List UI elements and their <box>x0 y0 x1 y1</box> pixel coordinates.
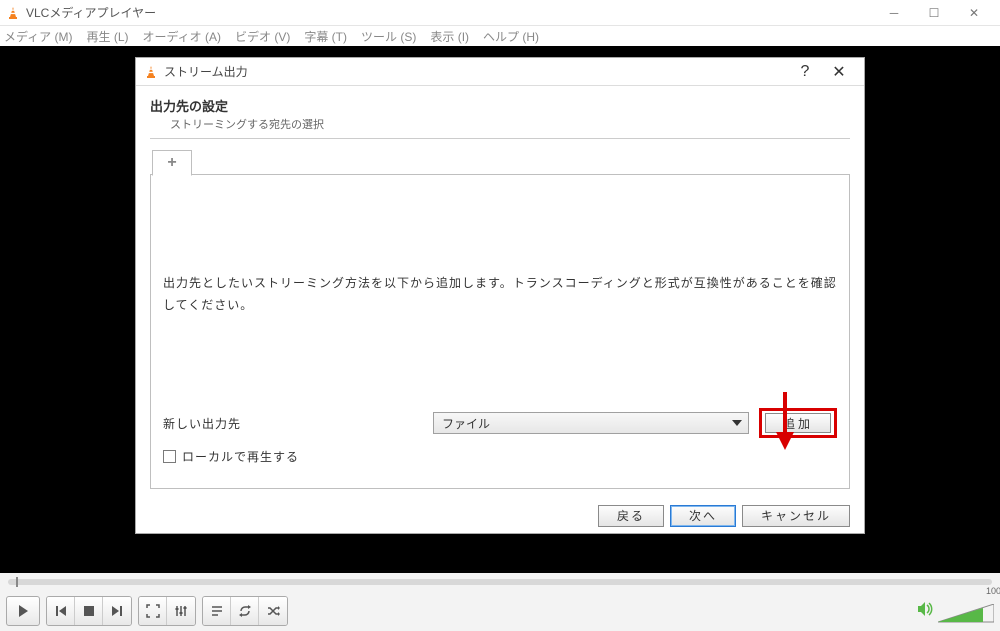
minimize-button[interactable]: ─ <box>874 0 914 26</box>
video-area: ストリーム出力 ? ✕ 出力先の設定 ストリーミングする宛先の選択 + 出力先と… <box>0 46 1000 573</box>
playlist-icon <box>210 604 224 618</box>
volume-slider[interactable] <box>938 604 994 623</box>
menu-playback[interactable]: 再生 (L) <box>86 28 128 45</box>
seek-bar[interactable] <box>0 573 1000 591</box>
loop-button[interactable] <box>231 597 259 625</box>
playback-group <box>46 596 132 626</box>
new-destination-row: 新しい出力先 ファイル 追加 <box>163 408 837 438</box>
stream-output-dialog: ストリーム出力 ? ✕ 出力先の設定 ストリーミングする宛先の選択 + 出力先と… <box>135 57 865 534</box>
menu-tools[interactable]: ツール (S) <box>361 28 416 45</box>
shuffle-button[interactable] <box>259 597 287 625</box>
menu-help[interactable]: ヘルプ (H) <box>483 28 539 45</box>
dialog-title: ストリーム出力 <box>164 63 248 80</box>
speaker-icon[interactable] <box>916 600 934 623</box>
seek-track <box>8 579 992 585</box>
menu-audio[interactable]: オーディオ (A) <box>143 28 222 45</box>
dialog-subtitle: ストリーミングする宛先の選択 <box>170 116 850 132</box>
player-controls: 100% <box>0 573 1000 631</box>
volume-percent: 100% <box>986 586 1000 596</box>
shuffle-icon <box>266 604 280 618</box>
add-destination-button[interactable]: 追加 <box>765 413 831 433</box>
dialog-close-button[interactable]: ✕ <box>822 58 856 86</box>
vlc-cone-icon <box>6 6 20 20</box>
playlist-button[interactable] <box>203 597 231 625</box>
menu-subtitles[interactable]: 字幕 (T) <box>304 28 347 45</box>
skip-next-icon <box>110 604 124 618</box>
menu-view[interactable]: 表示 (I) <box>430 28 469 45</box>
panel-instruction-text: 出力先としたいストリーミング方法を以下から追加します。トランスコーディングと形式… <box>163 273 837 316</box>
plus-icon: + <box>167 154 176 172</box>
view-group <box>138 596 196 626</box>
close-button[interactable]: ✕ <box>954 0 994 26</box>
skip-previous-icon <box>54 604 68 618</box>
main-window-title: VLCメディアプレイヤー <box>26 4 156 21</box>
destination-type-select[interactable]: ファイル <box>433 412 749 434</box>
dialog-heading: 出力先の設定 <box>150 96 850 115</box>
stop-button[interactable] <box>75 597 103 625</box>
stop-icon <box>83 605 95 617</box>
loop-icon <box>238 604 252 618</box>
playlist-group <box>202 596 288 626</box>
add-button-highlight: 追加 <box>759 408 837 438</box>
back-button[interactable]: 戻る <box>598 505 664 527</box>
cancel-button[interactable]: キャンセル <box>742 505 850 527</box>
volume-control: 100% <box>916 594 994 628</box>
local-playback-label: ローカルで再生する <box>182 448 299 465</box>
destination-type-value: ファイル <box>442 415 490 432</box>
dialog-help-button[interactable]: ? <box>788 58 822 86</box>
destination-tabbar: + <box>150 149 850 175</box>
divider <box>150 138 850 139</box>
add-tab-button[interactable]: + <box>152 150 192 176</box>
fullscreen-icon <box>146 604 160 618</box>
previous-button[interactable] <box>47 597 75 625</box>
vlc-cone-icon <box>144 65 158 79</box>
play-icon <box>16 604 30 618</box>
chevron-down-icon <box>732 416 742 433</box>
dialog-titlebar: ストリーム出力 ? ✕ <box>136 58 864 86</box>
destination-panel: 出力先としたいストリーミング方法を以下から追加します。トランスコーディングと形式… <box>150 175 850 489</box>
seek-position-handle[interactable] <box>16 577 18 587</box>
fullscreen-button[interactable] <box>139 597 167 625</box>
menu-bar: メディア (M) 再生 (L) オーディオ (A) ビデオ (V) 字幕 (T)… <box>0 26 1000 46</box>
local-playback-row: ローカルで再生する <box>163 448 837 465</box>
maximize-button[interactable]: ☐ <box>914 0 954 26</box>
controls-row: 100% <box>0 591 1000 631</box>
next-button[interactable] <box>103 597 131 625</box>
next-button[interactable]: 次へ <box>670 505 736 527</box>
sliders-icon <box>174 604 188 618</box>
menu-media[interactable]: メディア (M) <box>4 28 72 45</box>
extended-settings-button[interactable] <box>167 597 195 625</box>
local-playback-checkbox[interactable] <box>163 450 176 463</box>
main-window-titlebar: VLCメディアプレイヤー ─ ☐ ✕ <box>0 0 1000 26</box>
play-button[interactable] <box>6 596 40 626</box>
dialog-body: 出力先の設定 ストリーミングする宛先の選択 + 出力先としたいストリーミング方法… <box>136 86 864 497</box>
menu-video[interactable]: ビデオ (V) <box>235 28 290 45</box>
new-destination-label: 新しい出力先 <box>163 415 423 432</box>
dialog-footer: 戻る 次へ キャンセル <box>136 497 864 533</box>
